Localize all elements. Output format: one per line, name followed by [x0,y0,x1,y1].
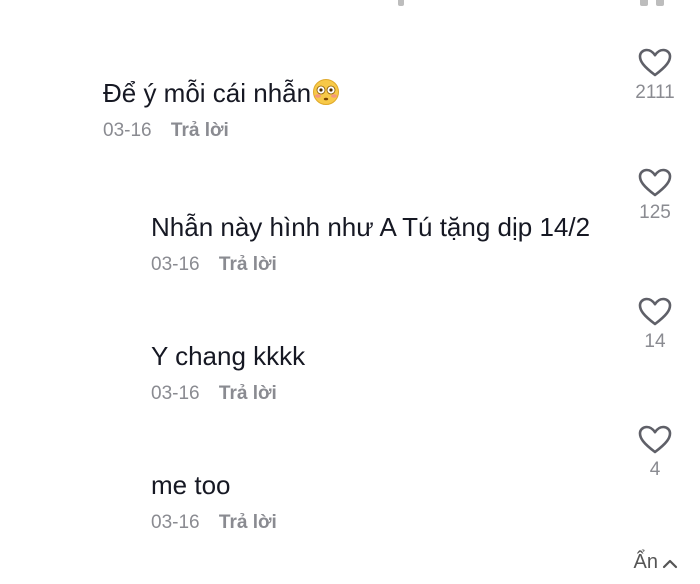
comment-date: 03-16 [103,120,152,141]
comment-meta: 03-16 Trả lời [151,254,590,276]
comment-meta: 03-16 Trả lời [151,383,305,405]
hide-replies-button[interactable]: Ẩn [634,551,678,574]
chevron-up-icon [662,559,678,568]
reply-comment-item: Y chang kkkk 03-16 Trả lời [151,341,305,405]
flushed-face-emoji [313,79,340,105]
heart-outline-icon[interactable] [638,425,672,455]
reply-comment-item: me too 03-16 Trả lời [151,470,277,534]
reply-button[interactable]: Trả lời [171,120,229,141]
heart-outline-icon[interactable] [638,297,672,327]
comment-text: me too [151,470,231,500]
like-group: 4 [625,425,685,481]
comment-date: 03-16 [151,512,200,533]
reply-button[interactable]: Trả lời [219,254,277,275]
comment-text: Để ý mỗi cái nhẫn [103,78,340,108]
reply-comment-item: Nhẫn này hình như A Tú tặng dịp 14/2 03-… [151,212,590,276]
like-group: 2111 [625,48,685,104]
comment-date: 03-16 [151,254,200,275]
comment-text: Y chang kkkk [151,341,306,371]
heart-outline-icon[interactable] [638,48,672,78]
like-group: 14 [625,297,685,353]
like-count: 125 [639,202,671,223]
comment-meta: 03-16 Trả lời [103,120,340,142]
like-count: 4 [649,459,661,480]
heart-outline-icon[interactable] [638,168,672,198]
comment-meta: 03-16 Trả lời [151,512,277,534]
like-count: 14 [644,331,666,352]
cropped-element [640,0,648,6]
comment-item: Để ý mỗi cái nhẫn 03-16 Trả lời [103,78,340,142]
comment-date: 03-16 [151,383,200,404]
like-group: 125 [625,168,685,224]
like-count: 2111 [635,82,675,103]
reply-button[interactable]: Trả lời [219,512,277,533]
cropped-element [656,0,664,6]
hide-label: Ẩn [633,551,658,573]
reply-button[interactable]: Trả lời [219,383,277,404]
cropped-element [398,0,404,6]
comment-text: Nhẫn này hình như A Tú tặng dịp 14/2 [151,212,591,242]
